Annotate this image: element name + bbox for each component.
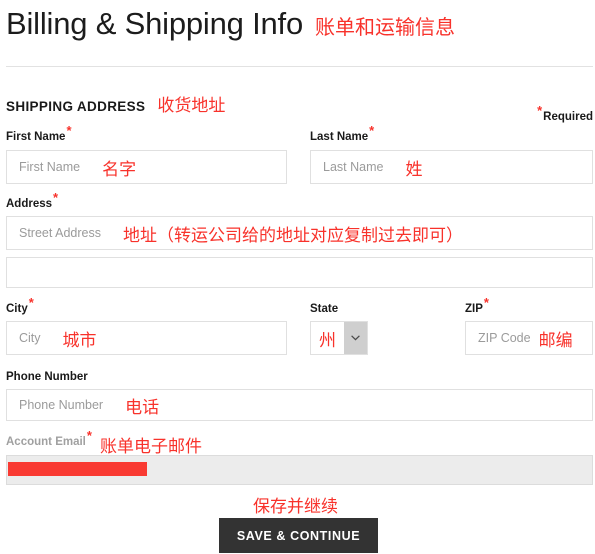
- required-note: *Required: [537, 104, 593, 123]
- address-line-1-placeholder: Street Address: [19, 226, 101, 240]
- page-title-annotation: 账单和运输信息: [314, 15, 455, 39]
- section-heading: SHIPPING ADDRESS: [6, 99, 146, 114]
- phone-input[interactable]: Phone Number 电话: [6, 389, 593, 421]
- header-divider: [6, 66, 593, 67]
- first-name-annotation: 名字: [102, 159, 137, 180]
- address-label: Address*: [6, 190, 59, 210]
- required-asterisk-icon: *: [483, 295, 489, 311]
- state-label: State: [310, 303, 339, 315]
- required-note-label: Required: [543, 111, 593, 123]
- state-select[interactable]: 州: [310, 321, 368, 355]
- section-heading-row: SHIPPING ADDRESS 收货地址: [6, 91, 225, 116]
- page-title-row: Billing & Shipping Info 账单和运输信息: [6, 4, 455, 44]
- zip-label: ZIP*: [465, 295, 489, 315]
- page-title: Billing & Shipping Info: [6, 6, 303, 41]
- account-email-redaction: [8, 462, 147, 476]
- required-asterisk-icon: *: [369, 123, 375, 139]
- last-name-placeholder: Last Name: [323, 160, 384, 174]
- save-and-continue-button[interactable]: SAVE & CONTINUE: [219, 518, 378, 553]
- city-label: City*: [6, 295, 34, 315]
- phone-label: Phone Number: [6, 371, 88, 383]
- required-asterisk-icon: *: [28, 295, 34, 311]
- required-asterisk-icon: *: [66, 123, 72, 139]
- address-line-1-input[interactable]: Street Address 地址（转运公司给的地址对应复制过去即可）: [6, 216, 593, 250]
- city-placeholder: City: [19, 331, 41, 345]
- section-heading-annotation: 收货地址: [157, 96, 226, 116]
- address-line-1-annotation: 地址（转运公司给的地址对应复制过去即可）: [123, 225, 463, 246]
- billing-shipping-page: Billing & Shipping Info 账单和运输信息 SHIPPING…: [0, 0, 595, 554]
- account-email-label: Account Email*: [6, 428, 92, 448]
- zip-input[interactable]: ZIP Code 邮编: [465, 321, 593, 355]
- save-button-annotation: 保存并继续: [253, 497, 338, 517]
- first-name-label: First Name*: [6, 123, 72, 143]
- last-name-input[interactable]: Last Name 姓: [310, 150, 593, 184]
- first-name-input[interactable]: First Name 名字: [6, 150, 287, 184]
- chevron-down-icon[interactable]: [344, 322, 367, 354]
- zip-placeholder: ZIP Code: [478, 331, 531, 345]
- last-name-annotation: 姓: [405, 159, 423, 180]
- phone-annotation: 电话: [125, 397, 160, 418]
- required-asterisk-icon: *: [53, 190, 59, 206]
- zip-annotation: 邮编: [538, 330, 573, 351]
- required-asterisk-icon: *: [86, 428, 92, 444]
- last-name-label: Last Name*: [310, 123, 375, 143]
- required-asterisk-icon: *: [537, 103, 543, 119]
- city-input[interactable]: City 城市: [6, 321, 287, 355]
- phone-placeholder: Phone Number: [19, 398, 104, 412]
- account-email-annotation: 账单电子邮件: [100, 437, 202, 457]
- city-annotation: 城市: [62, 330, 97, 351]
- address-line-2-input[interactable]: [6, 257, 593, 288]
- first-name-placeholder: First Name: [19, 160, 81, 174]
- state-annotation: 州: [319, 330, 336, 351]
